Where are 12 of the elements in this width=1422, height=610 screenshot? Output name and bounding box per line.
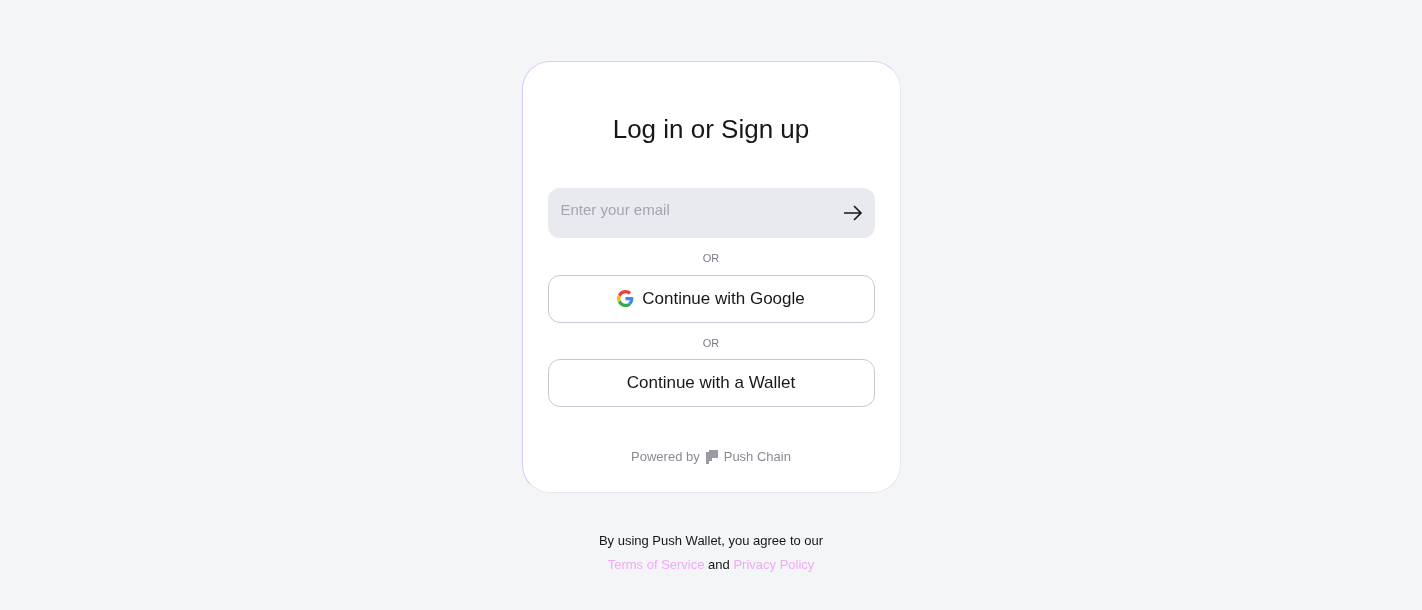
card-title: Log in or Sign up	[612, 113, 810, 146]
google-button[interactable]: Continue with Google	[547, 274, 875, 323]
logo-icon	[705, 449, 718, 464]
google-icon	[617, 290, 635, 307]
legal-text: By using Push Wallet, you agree to our Terms of Service and Privacy Policy	[597, 532, 825, 574]
separator-label: OR	[702, 251, 720, 266]
email-field[interactable]: Enter your email	[547, 188, 875, 238]
separator-label: OR	[702, 335, 720, 351]
arrow-right-icon[interactable]	[842, 205, 863, 221]
wallet-button[interactable]: Continue with a Wallet	[547, 359, 875, 407]
powered-by-label: Powered by	[631, 448, 700, 466]
brand-name: Push Chain	[723, 448, 791, 466]
